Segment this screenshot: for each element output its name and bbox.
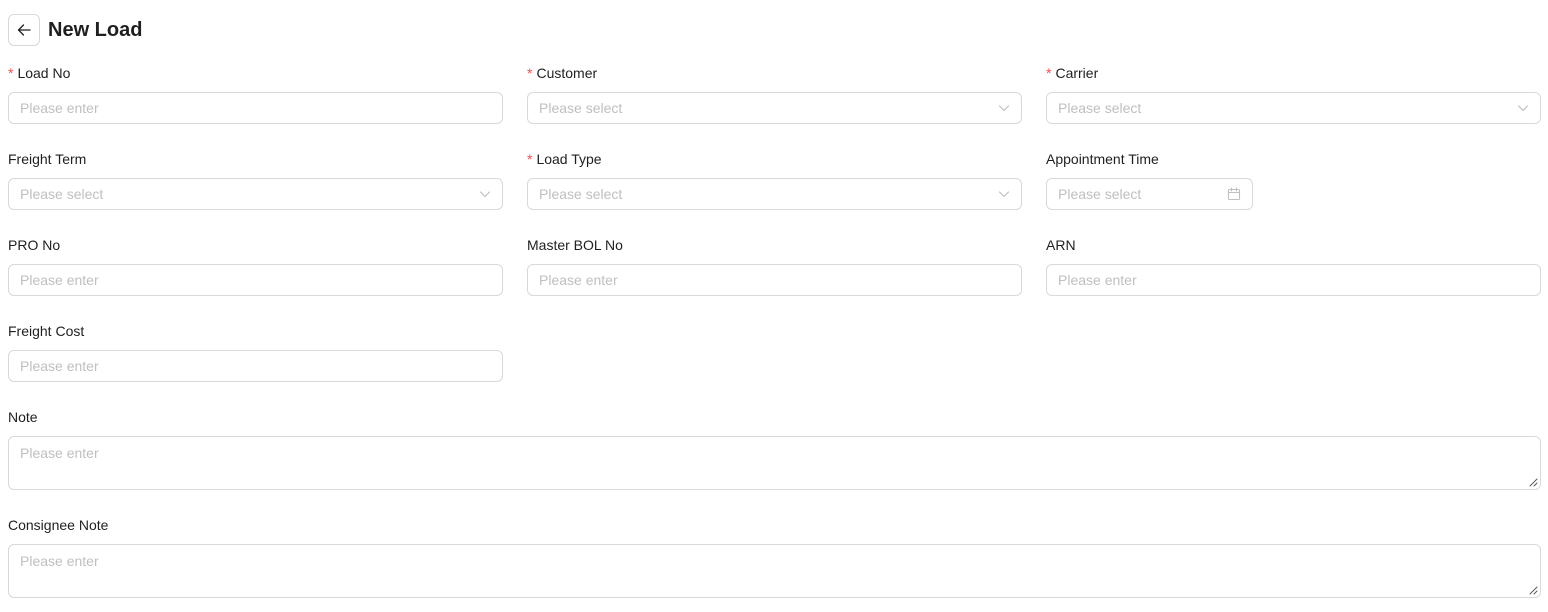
arn-input[interactable] (1047, 265, 1540, 295)
appointment-time-picker[interactable]: Please select (1046, 178, 1253, 210)
chevron-down-icon (998, 191, 1010, 198)
pro-no-label: PRO No (8, 237, 61, 253)
freight-term-placeholder: Please select (20, 186, 104, 202)
customer-placeholder: Please select (539, 100, 623, 116)
appointment-time-placeholder: Please select (1058, 186, 1142, 202)
required-mark: * (1046, 65, 1052, 81)
load-type-field: * Load Type Please select (527, 150, 1022, 210)
customer-select[interactable]: Please select (527, 92, 1022, 124)
resize-handle-icon[interactable] (1528, 585, 1538, 595)
required-mark: * (527, 151, 533, 167)
chevron-down-icon (998, 105, 1010, 112)
load-type-select[interactable]: Please select (527, 178, 1022, 210)
pro-no-input[interactable] (9, 265, 502, 295)
note-textarea[interactable] (9, 437, 1540, 489)
master-bol-no-label: Master BOL No (527, 237, 623, 253)
freight-term-label: Freight Term (8, 151, 87, 167)
arrow-left-icon (17, 24, 31, 36)
note-field: Note (8, 408, 1541, 490)
freight-term-select[interactable]: Please select (8, 178, 503, 210)
customer-label: Customer (536, 65, 598, 81)
required-mark: * (8, 65, 14, 81)
arn-label: ARN (1046, 237, 1076, 253)
page-title: New Load (48, 19, 143, 41)
arn-field: ARN (1046, 236, 1541, 296)
load-type-placeholder: Please select (539, 186, 623, 202)
resize-handle-icon[interactable] (1528, 477, 1538, 487)
consignee-note-textarea[interactable] (9, 545, 1540, 597)
load-type-label: Load Type (536, 151, 602, 167)
appointment-time-field: Appointment Time Please select (1046, 150, 1253, 210)
carrier-label: Carrier (1055, 65, 1099, 81)
freight-term-field: Freight Term Please select (8, 150, 503, 210)
required-mark: * (527, 65, 533, 81)
page-header: New Load (8, 14, 142, 46)
customer-field: * Customer Please select (527, 64, 1022, 124)
consignee-note-field: Consignee Note (8, 516, 1541, 598)
master-bol-no-field: Master BOL No (527, 236, 1022, 296)
back-button[interactable] (8, 14, 40, 46)
carrier-select[interactable]: Please select (1046, 92, 1541, 124)
pro-no-field: PRO No (8, 236, 503, 296)
load-no-label: Load No (17, 65, 71, 81)
calendar-icon (1227, 187, 1241, 201)
carrier-placeholder: Please select (1058, 100, 1142, 116)
master-bol-no-input[interactable] (528, 265, 1021, 295)
chevron-down-icon (479, 191, 491, 198)
new-load-page: New Load * Load No * Customer Please sel… (0, 0, 1548, 612)
freight-cost-field: Freight Cost (8, 322, 503, 382)
freight-cost-label: Freight Cost (8, 323, 85, 339)
appointment-time-label: Appointment Time (1046, 151, 1159, 167)
note-label: Note (8, 409, 38, 425)
load-no-field: * Load No (8, 64, 503, 124)
carrier-field: * Carrier Please select (1046, 64, 1541, 124)
consignee-note-label: Consignee Note (8, 517, 109, 533)
load-no-input[interactable] (9, 93, 502, 123)
freight-cost-input[interactable] (9, 351, 502, 381)
chevron-down-icon (1517, 105, 1529, 112)
